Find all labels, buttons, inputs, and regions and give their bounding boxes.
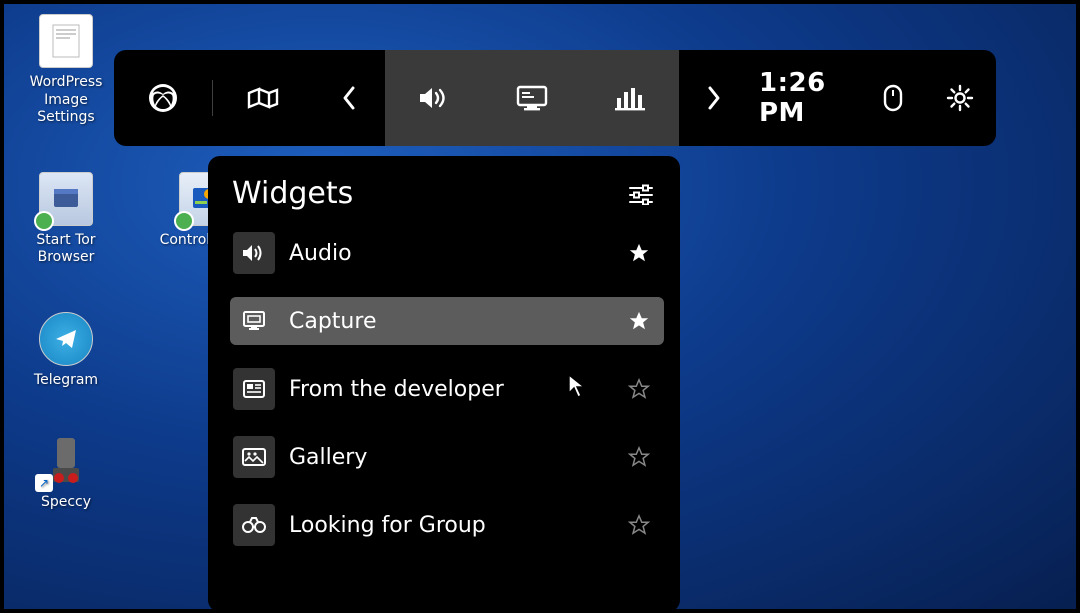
next-button[interactable] — [679, 50, 749, 146]
widget-item-lfg[interactable]: Looking for Group — [230, 501, 664, 549]
capture-icon — [233, 300, 275, 342]
xbox-button[interactable] — [114, 50, 212, 146]
previous-button[interactable] — [313, 50, 385, 146]
widgets-panel: Widgets Audio Capture From the developer — [208, 156, 680, 612]
telegram-icon — [39, 312, 93, 366]
clock-label: 1:26 PM — [759, 68, 862, 128]
performance-icon — [614, 84, 646, 112]
performance-toggle[interactable] — [581, 50, 679, 146]
star-filled-icon[interactable] — [628, 310, 650, 332]
desktop-icon-label: Speccy — [41, 494, 91, 512]
widget-item-label: Looking for Group — [289, 513, 614, 538]
star-outline-icon[interactable] — [628, 514, 650, 536]
document-icon — [39, 14, 93, 68]
gamebar: 1:26 PM — [114, 50, 996, 146]
browser-icon — [39, 172, 93, 226]
capture-icon — [515, 84, 549, 112]
speccy-icon: ↗ — [39, 434, 93, 488]
widget-item-label: Capture — [289, 309, 614, 334]
desktop-icon-label: Start Tor Browser — [18, 232, 114, 267]
widgets-icon — [245, 85, 281, 111]
sliders-icon — [628, 183, 654, 205]
star-filled-icon[interactable] — [628, 242, 650, 264]
xbox-icon — [147, 82, 179, 114]
widget-item-developer[interactable]: From the developer — [230, 365, 664, 413]
widget-item-gallery[interactable]: Gallery — [230, 433, 664, 481]
widgets-panel-title: Widgets — [232, 176, 353, 211]
binoculars-icon — [233, 504, 275, 546]
desktop-icon-label: Telegram — [34, 372, 98, 390]
gear-icon — [946, 84, 974, 112]
widget-item-capture[interactable]: Capture — [230, 297, 664, 345]
widgets-settings-button[interactable] — [628, 183, 654, 205]
volume-icon — [233, 232, 275, 274]
clock: 1:26 PM — [749, 50, 862, 146]
settings-button[interactable] — [924, 50, 996, 146]
mouse-icon — [882, 83, 904, 113]
desktop-icon-label: WordPress Image Settings — [18, 74, 114, 127]
desktop-icon-tor[interactable]: Start Tor Browser — [18, 172, 114, 267]
star-outline-icon[interactable] — [628, 378, 650, 400]
desktop-icon-telegram[interactable]: Telegram — [18, 312, 114, 390]
widget-item-label: Audio — [289, 241, 614, 266]
widgets-list: Audio Capture From the developer Gallery — [230, 229, 664, 549]
chevron-right-icon — [705, 85, 723, 111]
widgets-menu-button[interactable] — [213, 50, 313, 146]
input-indicator[interactable] — [862, 50, 924, 146]
audio-toggle[interactable] — [385, 50, 483, 146]
volume-icon — [417, 84, 451, 112]
capture-toggle[interactable] — [483, 50, 581, 146]
widget-item-label: From the developer — [289, 377, 614, 402]
chevron-left-icon — [340, 85, 358, 111]
news-icon — [233, 368, 275, 410]
widget-item-label: Gallery — [289, 445, 614, 470]
star-outline-icon[interactable] — [628, 446, 650, 468]
desktop-icon-speccy[interactable]: ↗ Speccy — [18, 434, 114, 512]
gallery-icon — [233, 436, 275, 478]
widget-item-audio[interactable]: Audio — [230, 229, 664, 277]
desktop-icon-wordpress[interactable]: WordPress Image Settings — [18, 14, 114, 127]
